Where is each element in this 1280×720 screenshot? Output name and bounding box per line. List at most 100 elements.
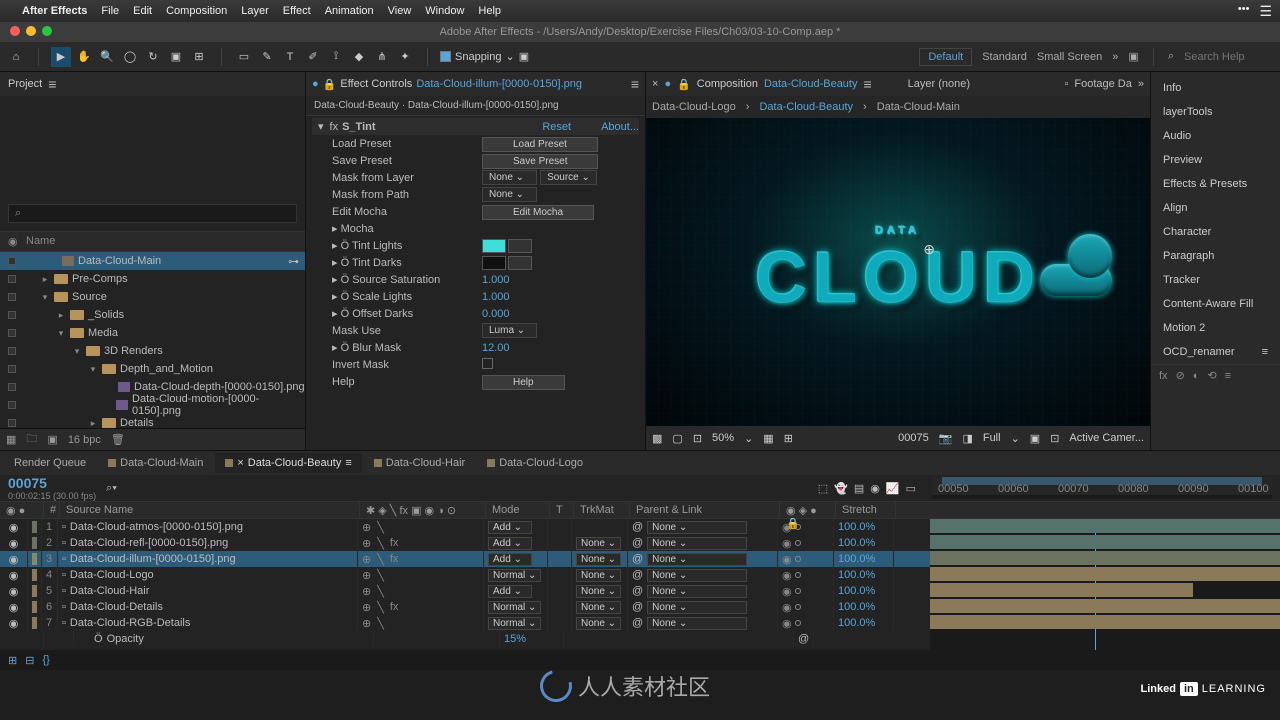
tree-item[interactable]: ▸_Solids (0, 306, 305, 324)
tree-item[interactable]: ▾3D Renders (0, 342, 305, 360)
pickwhip-icon[interactable]: @ (632, 585, 643, 597)
switch-icon[interactable]: ⊕ (362, 553, 371, 566)
label-swatch[interactable] (8, 311, 16, 319)
project-tree[interactable]: Data-Cloud-Main⊶▸Pre-Comps▾Source▸_Solid… (0, 252, 305, 428)
parent-dropdown[interactable]: None ⌄ (647, 537, 747, 550)
menu-layer[interactable]: Layer (241, 5, 269, 17)
label-swatch[interactable] (8, 329, 16, 337)
twirl-icon[interactable]: ▾ (72, 346, 82, 357)
panel-tab[interactable]: Effects & Presets (1151, 172, 1280, 196)
parent-dropdown[interactable]: None ⌄ (647, 617, 747, 630)
twirl-icon[interactable]: ▸ (40, 274, 50, 285)
tree-item[interactable]: Data-Cloud-motion-[0000-0150].png (0, 396, 305, 414)
res-icon[interactable]: ⊡ (693, 432, 702, 445)
layer-row[interactable]: ◉1▫Data-Cloud-atmos-[0000-0150].png⊕╲Add… (0, 519, 930, 535)
viewer-lock-icon[interactable]: 🔒 (677, 78, 691, 91)
stopwatch-icon[interactable]: Ö (94, 633, 103, 645)
interpret-icon[interactable]: ▦ (6, 433, 16, 446)
visibility-icon[interactable]: ◉ (9, 617, 19, 630)
switch-icon[interactable]: ⊕ (362, 521, 371, 534)
layer-bar[interactable] (930, 535, 1280, 549)
menubar-list-icon[interactable]: ☰ (1259, 3, 1272, 20)
pickwhip-icon[interactable]: @ (632, 601, 643, 613)
col-t[interactable]: T (550, 502, 574, 518)
label-swatch[interactable] (8, 419, 16, 427)
layer-bar[interactable] (930, 599, 1280, 613)
layer-bar[interactable] (930, 615, 1280, 629)
color-swatch[interactable] (482, 239, 506, 253)
selection-tool-icon[interactable]: ▶ (51, 47, 71, 67)
project-menu-icon[interactable]: ≡ (48, 76, 56, 92)
stretch-value[interactable]: 100.0% (834, 519, 894, 535)
viewer-comp-menu-icon[interactable]: ≡ (864, 76, 872, 92)
guides-icon[interactable]: ⊞ (784, 432, 793, 445)
twirl-icon[interactable]: ▾ (88, 364, 98, 375)
snapshot-icon[interactable]: 📷 (939, 432, 953, 445)
pen-tool-icon[interactable]: ✎ (257, 47, 277, 67)
time-ruler[interactable]: 000500006000070000800009000100 (932, 477, 1272, 495)
menubar-dots-icon[interactable]: ••• (1238, 3, 1250, 20)
workspace-small[interactable]: Small Screen (1037, 51, 1102, 63)
switch-icon[interactable]: ⊕ (362, 601, 371, 614)
close-icon[interactable] (10, 26, 20, 36)
pickwhip-icon[interactable]: @ (632, 569, 643, 581)
tree-item[interactable]: ▾Source (0, 288, 305, 306)
solo-icon[interactable]: ◉ (782, 537, 792, 550)
project-tab[interactable]: Project (8, 78, 42, 90)
comp-flow-icon[interactable]: ⬚ (818, 482, 828, 495)
parent-dropdown[interactable]: None ⌄ (647, 585, 747, 598)
region-icon[interactable]: ◨ (962, 432, 972, 445)
rotate-tool-icon[interactable]: ↻ (143, 47, 163, 67)
checkbox-icon[interactable] (440, 51, 451, 62)
av-header-icon[interactable]: ◉ ● (6, 505, 25, 517)
blend-mode-dropdown[interactable]: Add ⌄ (488, 537, 532, 550)
tree-item[interactable]: ▸Pre-Comps (0, 270, 305, 288)
lock-icon[interactable] (795, 588, 801, 594)
switch-icon[interactable]: ⊕ (362, 585, 371, 598)
lock-icon[interactable] (795, 620, 801, 626)
reveal-icon[interactable]: ⟲ (1207, 369, 1216, 382)
more-icon[interactable]: ≡ (1225, 370, 1231, 382)
alpha-icon[interactable]: ▩ (652, 432, 662, 445)
menu-file[interactable]: File (101, 5, 119, 17)
zoom-dropdown[interactable]: 50% (712, 432, 734, 444)
fx-shortcut-icon[interactable]: fx (1159, 370, 1168, 382)
motion-blur-icon[interactable]: ◉ (870, 482, 880, 495)
blend-mode-dropdown[interactable]: Normal ⌄ (488, 601, 541, 614)
menu-window[interactable]: Window (425, 5, 464, 17)
search-help-input[interactable] (1184, 51, 1274, 63)
switch-icon[interactable]: ╲ (377, 553, 384, 566)
switch-icon[interactable]: ╲ (377, 601, 384, 614)
snap-chevron-icon[interactable]: ⌄ (506, 50, 515, 63)
fx-checkbox[interactable] (482, 358, 493, 369)
menu-composition[interactable]: Composition (166, 5, 227, 17)
tree-item[interactable]: Data-Cloud-Main⊶ (0, 252, 305, 270)
col-source[interactable]: Source Name (60, 502, 360, 518)
stretch-value[interactable]: 100.0% (834, 535, 894, 551)
crumb-1[interactable]: Data-Cloud-Beauty (759, 101, 853, 113)
menu-animation[interactable]: Animation (325, 5, 374, 17)
visibility-icon[interactable]: ◉ (9, 553, 19, 566)
layer-row[interactable]: ◉2▫Data-Cloud-refl-[0000-0150].png⊕╲fxAd… (0, 535, 930, 551)
visibility-icon[interactable]: ◉ (9, 601, 19, 614)
col-stretch[interactable]: Stretch (836, 502, 896, 518)
trkmat-dropdown[interactable]: None ⌄ (576, 617, 621, 630)
label-color[interactable] (32, 601, 37, 613)
panel-tab[interactable]: Preview (1151, 148, 1280, 172)
parent-dropdown[interactable]: None ⌄ (647, 569, 747, 582)
fx-dropdown[interactable]: Luma ⌄ (482, 323, 537, 338)
menu-effect[interactable]: Effect (283, 5, 311, 17)
camera-tool-icon[interactable]: ▣ (166, 47, 186, 67)
snap-box-icon[interactable]: ▣ (519, 50, 529, 63)
switch-icon[interactable]: ╲ (377, 537, 384, 550)
switch-icon[interactable]: ╲ (377, 617, 384, 630)
panel-tab[interactable]: Align (1151, 196, 1280, 220)
footage-label[interactable]: Footage Da (1074, 78, 1131, 90)
new-comp-icon[interactable]: ▣ (47, 433, 57, 446)
viewer-comp[interactable]: Data-Cloud-Beauty (764, 78, 858, 90)
col-trk[interactable]: TrkMat (574, 502, 630, 518)
pickwhip-icon[interactable]: @ (632, 537, 643, 549)
res-dropdown[interactable]: Full (983, 432, 1001, 444)
solo-icon[interactable]: ◉ (782, 569, 792, 582)
fx-switch-icon[interactable]: fx (390, 537, 399, 549)
